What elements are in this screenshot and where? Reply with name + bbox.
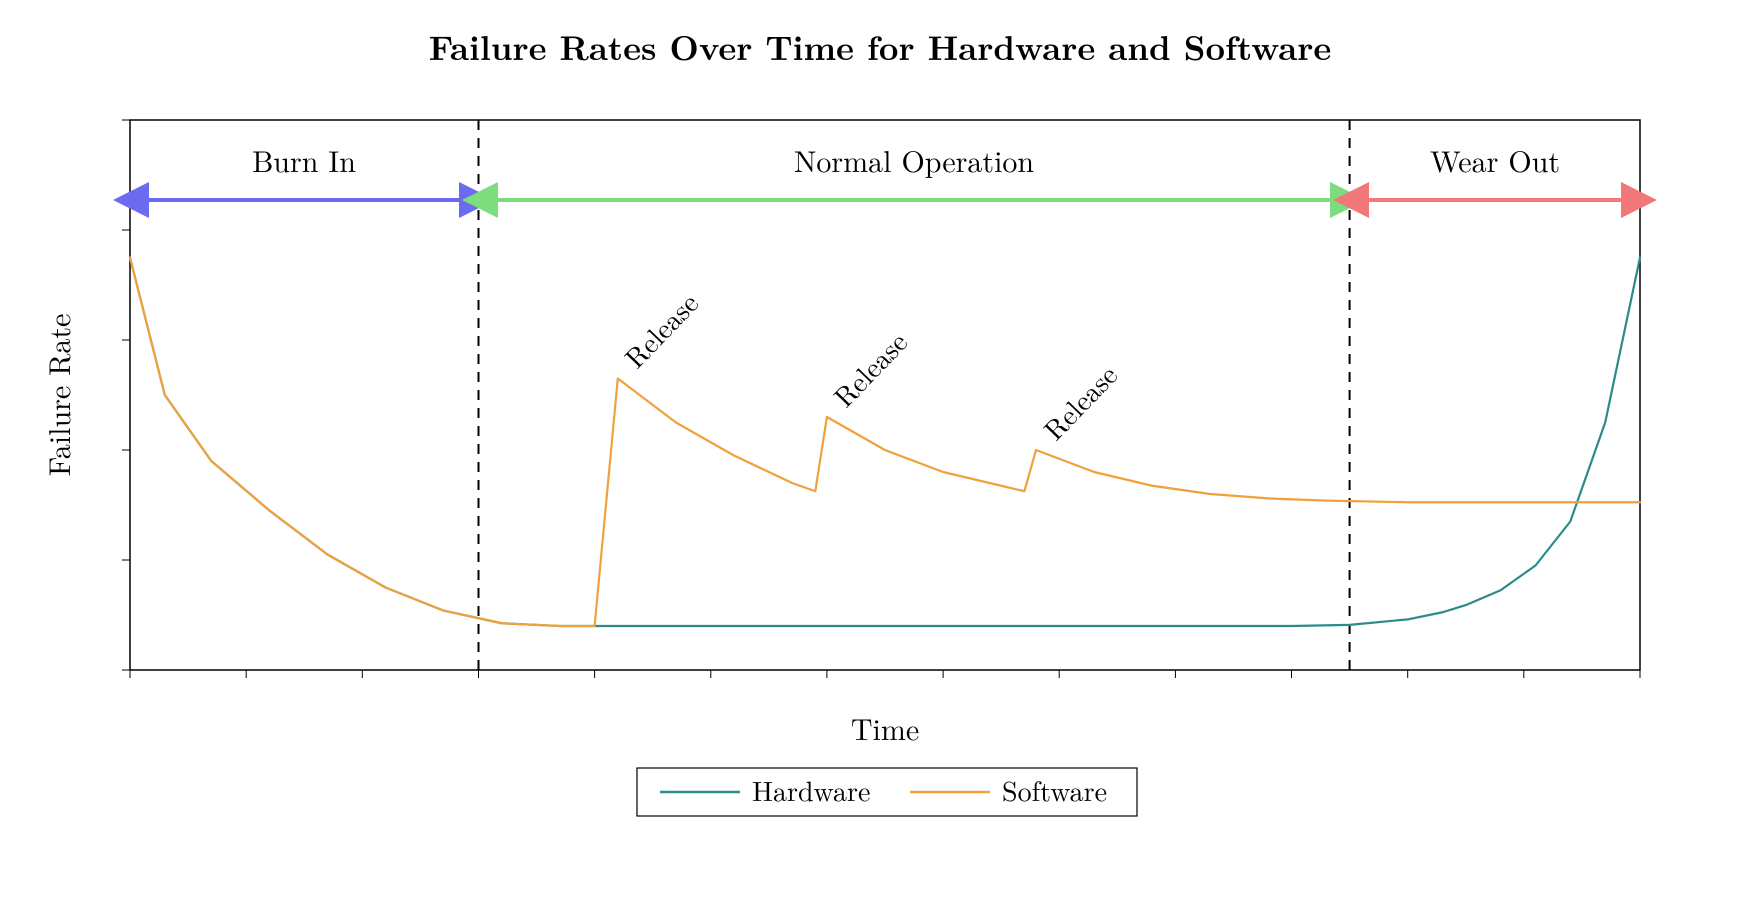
y-ticks: [122, 120, 130, 670]
wear-out-label: Wear Out: [1430, 138, 1560, 181]
legend-software-label: Software: [1002, 770, 1107, 810]
plot-frame: [130, 120, 1640, 670]
y-axis-label: Failure Rate: [36, 314, 79, 477]
x-ticks: [130, 670, 1640, 678]
legend-hardware-label: Hardware: [752, 770, 870, 810]
chart-container: Failure Rates Over Time for Hardware and…: [0, 0, 1760, 902]
burn-in-label: Burn In: [252, 138, 356, 181]
chart-svg: Failure Rates Over Time for Hardware and…: [0, 0, 1760, 902]
legend: Hardware Software: [637, 768, 1137, 816]
release-label-2: Release: [824, 322, 916, 415]
release-label-1: Release: [615, 283, 707, 376]
x-axis-label: Time: [851, 706, 919, 749]
release-label-3: Release: [1034, 355, 1126, 448]
software-series: [130, 258, 1640, 627]
normal-operation-label: Normal Operation: [794, 138, 1035, 181]
chart-title: Failure Rates Over Time for Hardware and…: [429, 22, 1332, 71]
